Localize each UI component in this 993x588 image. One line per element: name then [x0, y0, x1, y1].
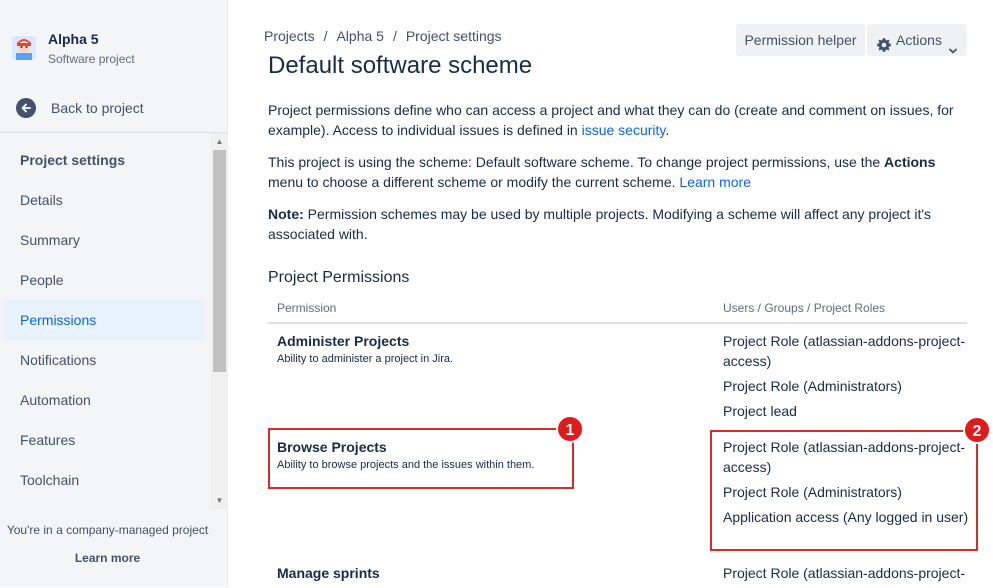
- role-entry: Project Role (atlassian-addons-project-a…: [723, 333, 965, 369]
- sidebar: Alpha 5 Software project Back to project…: [0, 0, 228, 587]
- permission-helper-button[interactable]: Permission helper: [736, 24, 865, 56]
- permission-description: Ability to administer a project in Jira.: [277, 353, 454, 365]
- highlight-box-1: [268, 428, 574, 489]
- scroll-up-icon[interactable]: ▲: [211, 133, 228, 150]
- sidebar-item-details[interactable]: Details: [4, 180, 204, 220]
- actions-button[interactable]: Actions: [867, 24, 967, 56]
- breadcrumb-separator: /: [392, 28, 397, 44]
- gear-icon: [876, 32, 892, 52]
- scheme-paragraph: This project is using the scheme: Defaul…: [268, 152, 963, 192]
- breadcrumb-separator: /: [323, 28, 328, 44]
- settings-nav: Project settings Details Summary People …: [0, 140, 210, 500]
- permission-name: Manage sprints: [277, 565, 380, 581]
- project-name: Alpha 5: [48, 31, 99, 47]
- sidebar-divider: [0, 132, 227, 133]
- sidebar-item-automation[interactable]: Automation: [4, 380, 204, 420]
- sidebar-item-toolchain[interactable]: Toolchain: [4, 460, 204, 500]
- scroll-down-icon[interactable]: ▼: [211, 492, 228, 509]
- breadcrumb: Projects / Alpha 5 / Project settings: [264, 28, 502, 44]
- scheme-text-2: menu to choose a different scheme or mod…: [268, 174, 680, 190]
- note-text: Permission schemes may be used by multip…: [268, 206, 932, 242]
- permission-name: Administer Projects: [277, 333, 410, 349]
- back-to-project-link[interactable]: Back to project: [16, 96, 144, 120]
- role-entry: Project Role (atlassian-addons-project-: [723, 565, 965, 581]
- intro-end: .: [665, 122, 670, 138]
- breadcrumb-alpha-5[interactable]: Alpha 5: [336, 28, 383, 44]
- sidebar-learn-more-link[interactable]: Learn more: [0, 551, 215, 565]
- column-header-permission: Permission: [277, 301, 337, 315]
- project-type: Software project: [48, 52, 135, 66]
- nav-heading: Project settings: [20, 152, 126, 168]
- sidebar-item-notifications[interactable]: Notifications: [4, 340, 204, 380]
- highlight-box-2: [710, 430, 978, 551]
- section-title: Project Permissions: [268, 269, 410, 286]
- page-title: Default software scheme: [268, 52, 533, 79]
- sidebar-item-summary[interactable]: Summary: [4, 220, 204, 260]
- permission-roles: Project Role (atlassian-addons-project-a…: [723, 331, 973, 426]
- main-content: Projects / Alpha 5 / Project settings Permis…: [228, 0, 993, 587]
- sidebar-scrollbar[interactable]: ▲ ▼: [211, 133, 228, 509]
- back-label: Back to project: [51, 100, 144, 116]
- column-header-users: Users / Groups / Project Roles: [723, 301, 886, 315]
- company-managed-note: You're in a company-managed project: [6, 523, 209, 537]
- intro-paragraph: Project permissions define who can acces…: [268, 100, 963, 140]
- role-entry: Project Role (Administrators): [723, 378, 902, 394]
- permission-roles: Project Role (atlassian-addons-project-: [723, 563, 973, 588]
- actions-label: Actions: [896, 32, 942, 48]
- actions-bold: Actions: [884, 154, 936, 170]
- breadcrumb-project-settings[interactable]: Project settings: [406, 28, 502, 44]
- learn-more-link[interactable]: Learn more: [679, 174, 751, 190]
- note-bold: Note:: [268, 206, 304, 222]
- arrow-left-icon: [16, 98, 36, 118]
- sidebar-item-people[interactable]: People: [4, 260, 204, 300]
- chevron-down-icon: [948, 35, 958, 54]
- note-paragraph: Note: Permission schemes may be used by …: [268, 204, 963, 244]
- breadcrumb-projects[interactable]: Projects: [264, 28, 315, 44]
- scrollbar-thumb[interactable]: [213, 150, 226, 372]
- annotation-badge-1: 1: [556, 415, 584, 443]
- table-header-divider: [268, 322, 967, 324]
- sidebar-item-permissions[interactable]: Permissions: [4, 300, 204, 340]
- role-entry: Project lead: [723, 403, 797, 419]
- project-avatar-icon: [12, 36, 36, 60]
- scheme-text: This project is using the scheme: Defaul…: [268, 154, 885, 170]
- sidebar-item-features[interactable]: Features: [4, 420, 204, 460]
- annotation-badge-2: 2: [963, 416, 991, 444]
- issue-security-link[interactable]: issue security: [582, 122, 666, 138]
